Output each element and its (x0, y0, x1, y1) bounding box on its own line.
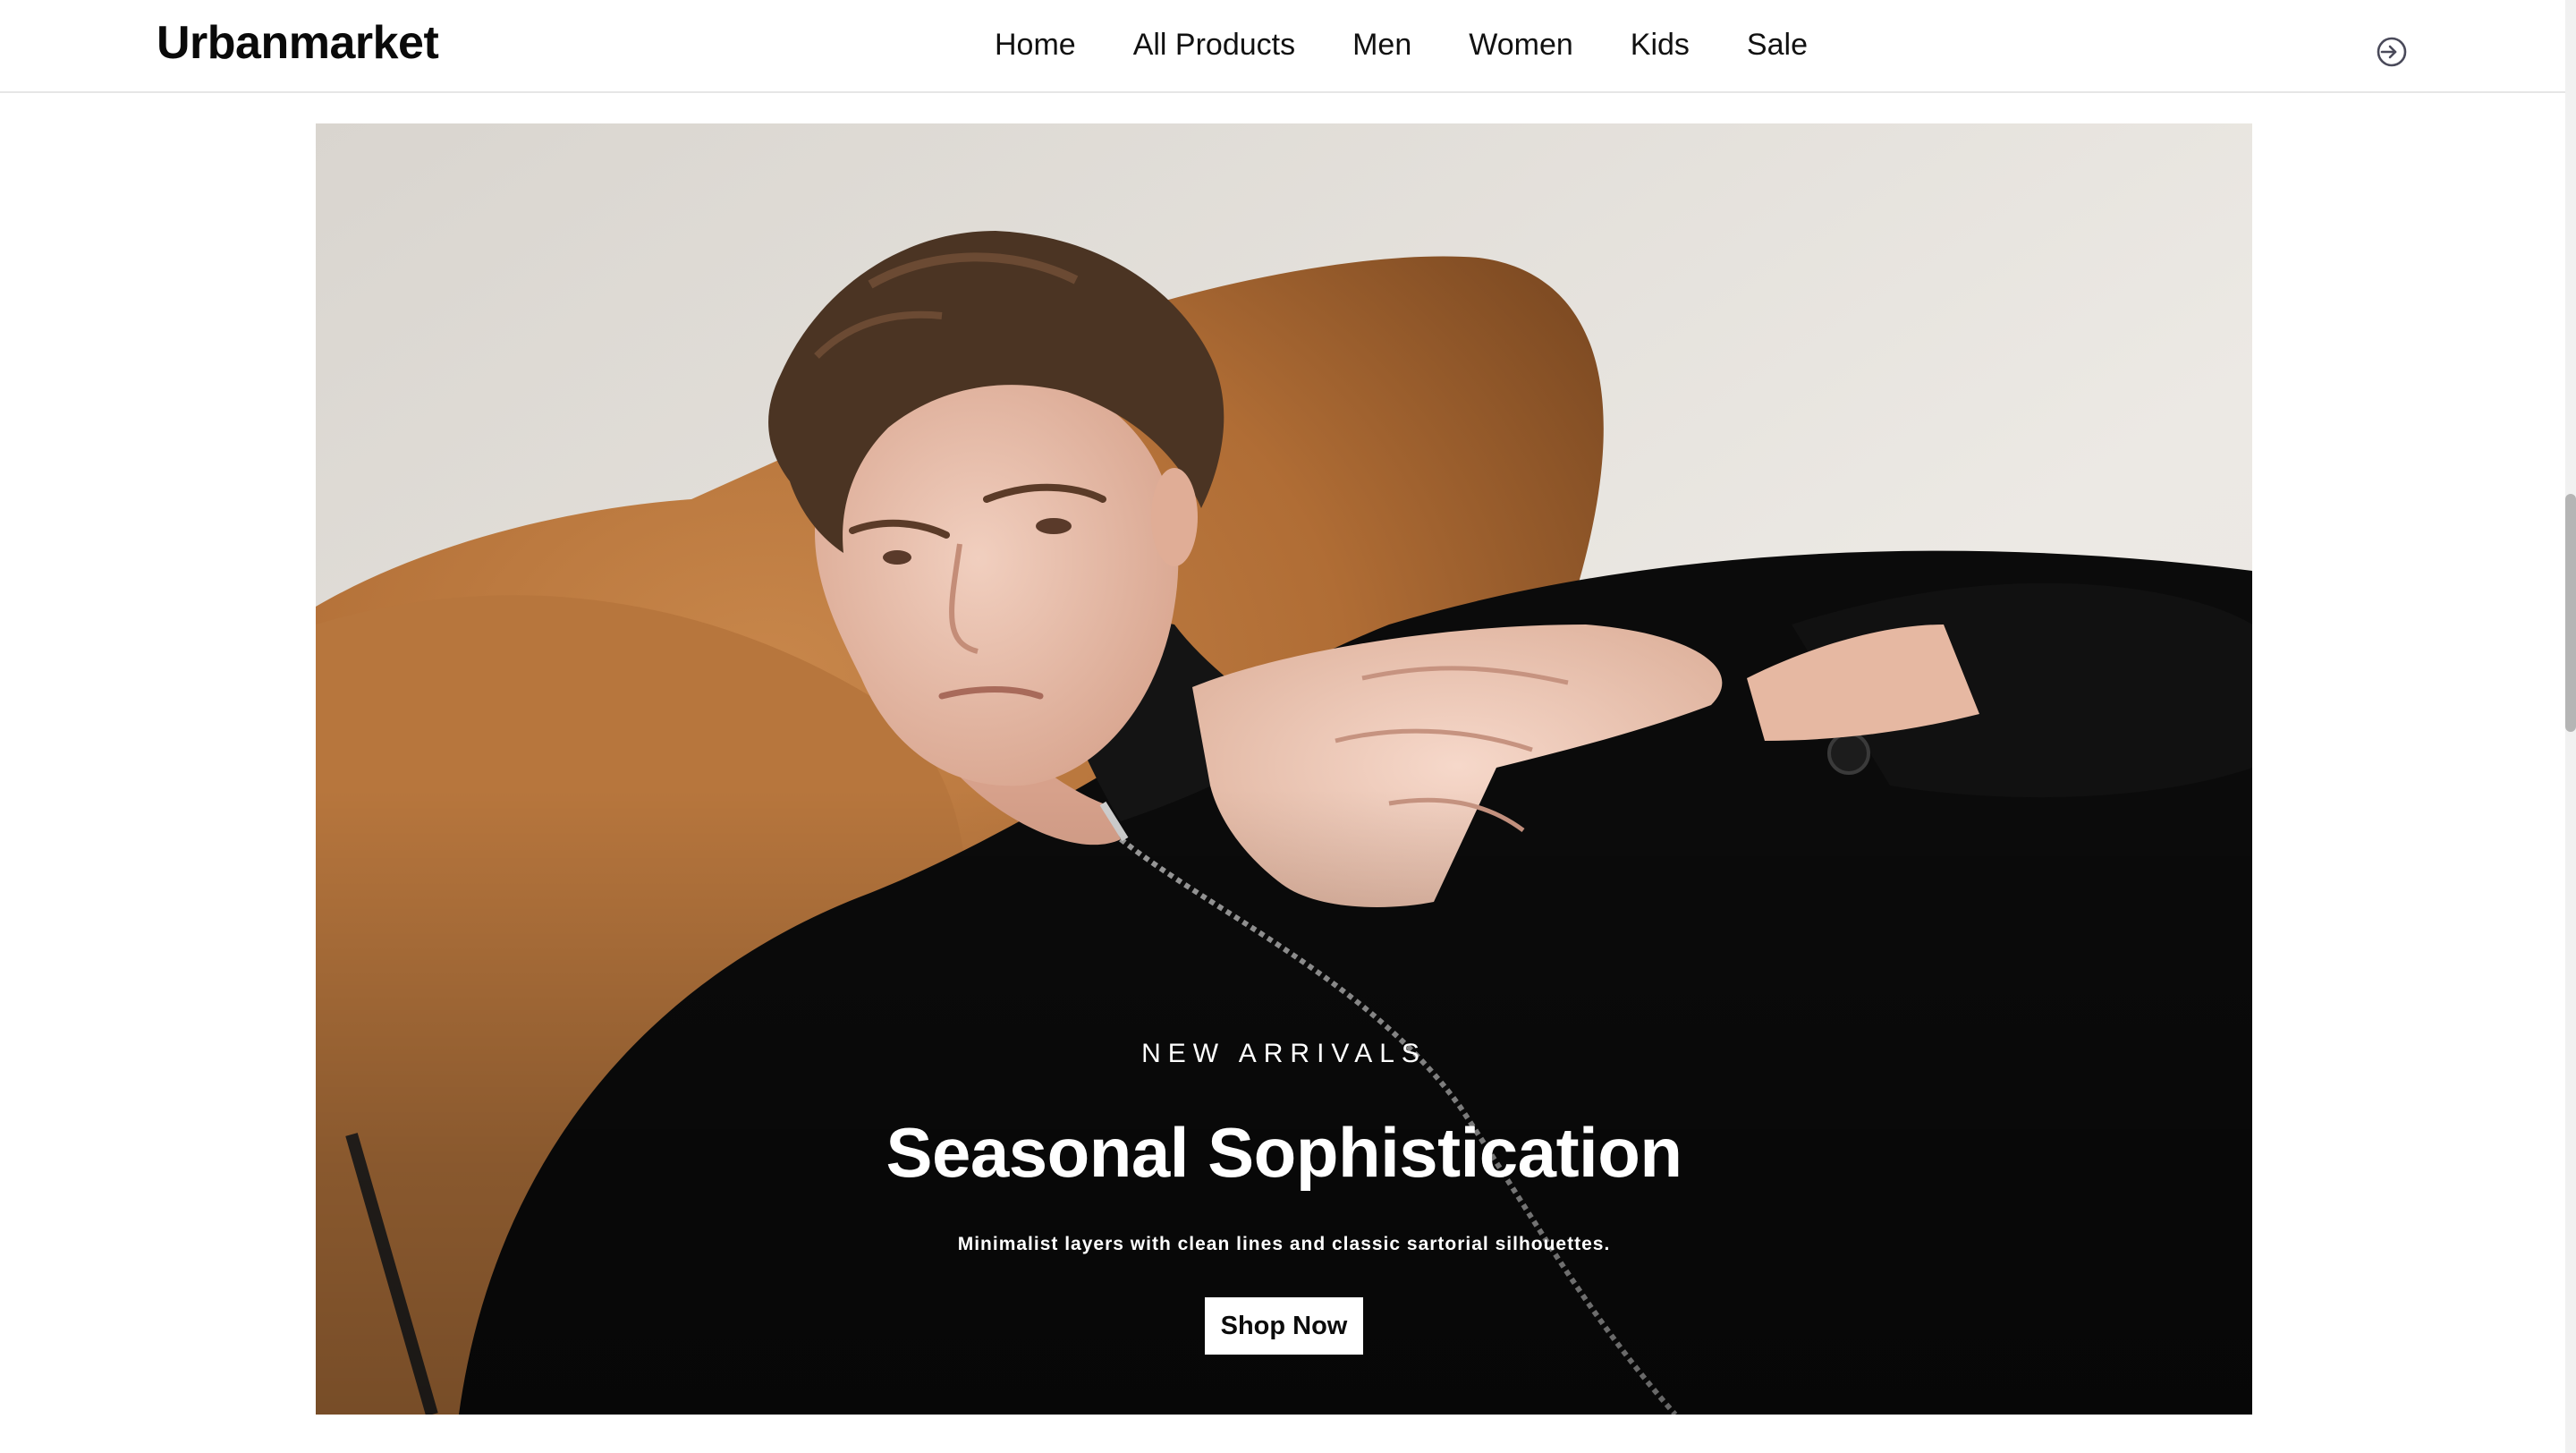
nav-women[interactable]: Women (1469, 20, 1573, 70)
login-button[interactable] (2374, 34, 2410, 70)
nav-men[interactable]: Men (1352, 20, 1411, 70)
nav-all-products[interactable]: All Products (1133, 20, 1295, 70)
hero-banner: NEW ARRIVALS Seasonal Sophistication Min… (316, 123, 2252, 1415)
main-nav: Home All Products Men Women Kids Sale (995, 20, 1808, 70)
login-icon (2377, 37, 2407, 67)
page: Urbanmarket Home All Products Men Women … (0, 0, 2576, 1453)
hero-title: Seasonal Sophistication (886, 1113, 1682, 1192)
nav-home[interactable]: Home (995, 20, 1076, 70)
shop-now-button[interactable]: Shop Now (1204, 1297, 1364, 1355)
scrollbar-thumb[interactable] (2565, 494, 2576, 732)
nav-sale[interactable]: Sale (1747, 20, 1808, 70)
page-scrollbar[interactable] (2565, 0, 2576, 1453)
hero-subtitle: Minimalist layers with clean lines and c… (957, 1234, 1611, 1254)
site-header: Urbanmarket Home All Products Men Women … (0, 0, 2565, 93)
brand-logo[interactable]: Urbanmarket (157, 14, 439, 72)
hero-eyebrow: NEW ARRIVALS (1141, 1039, 1427, 1068)
hero-content: NEW ARRIVALS Seasonal Sophistication Min… (316, 1036, 2252, 1355)
nav-kids[interactable]: Kids (1631, 20, 1690, 70)
